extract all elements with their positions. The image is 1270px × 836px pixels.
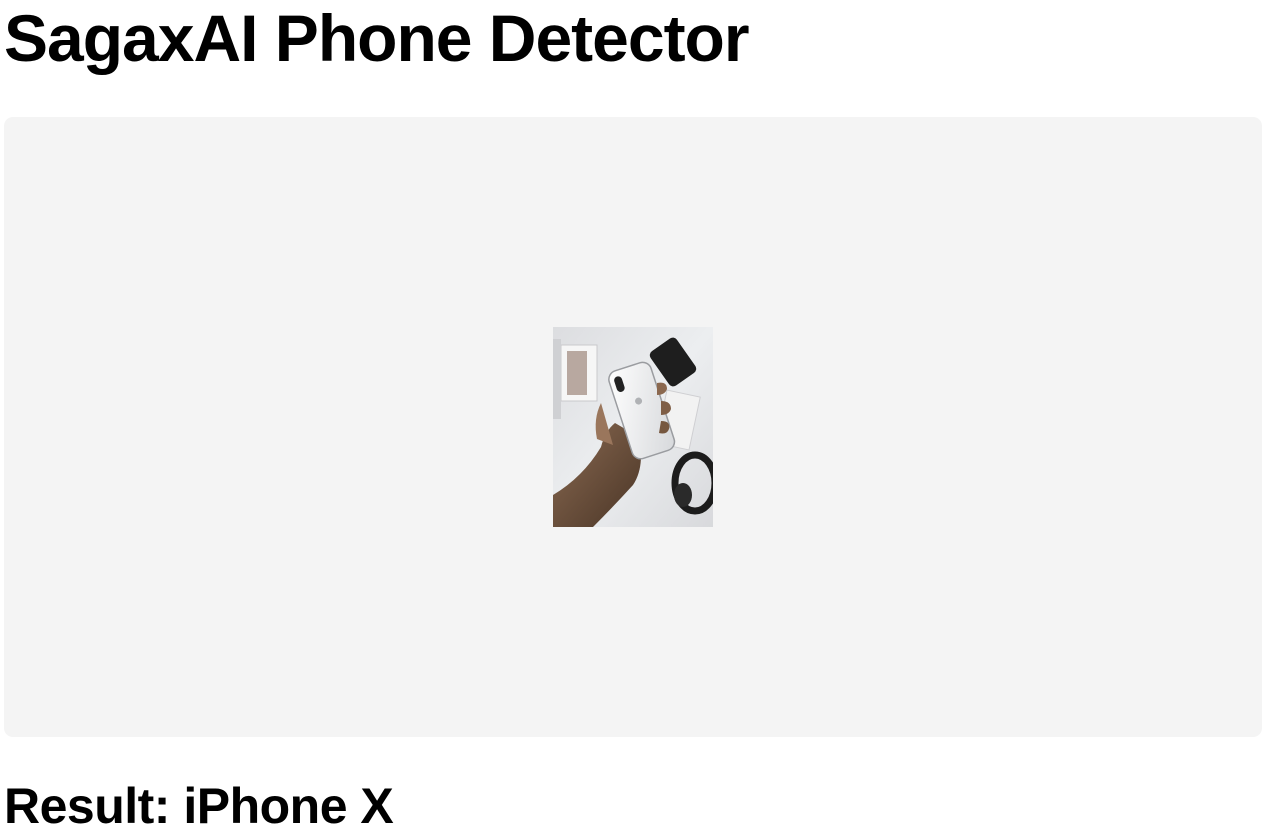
uploaded-image-preview <box>553 327 713 527</box>
result-value: iPhone X <box>183 778 394 834</box>
result-label: Result: <box>4 778 184 834</box>
image-upload-dropzone[interactable] <box>4 117 1262 737</box>
page-title: SagaxAI Phone Detector <box>4 1 750 75</box>
detection-result: Result: iPhone X <box>4 776 394 836</box>
